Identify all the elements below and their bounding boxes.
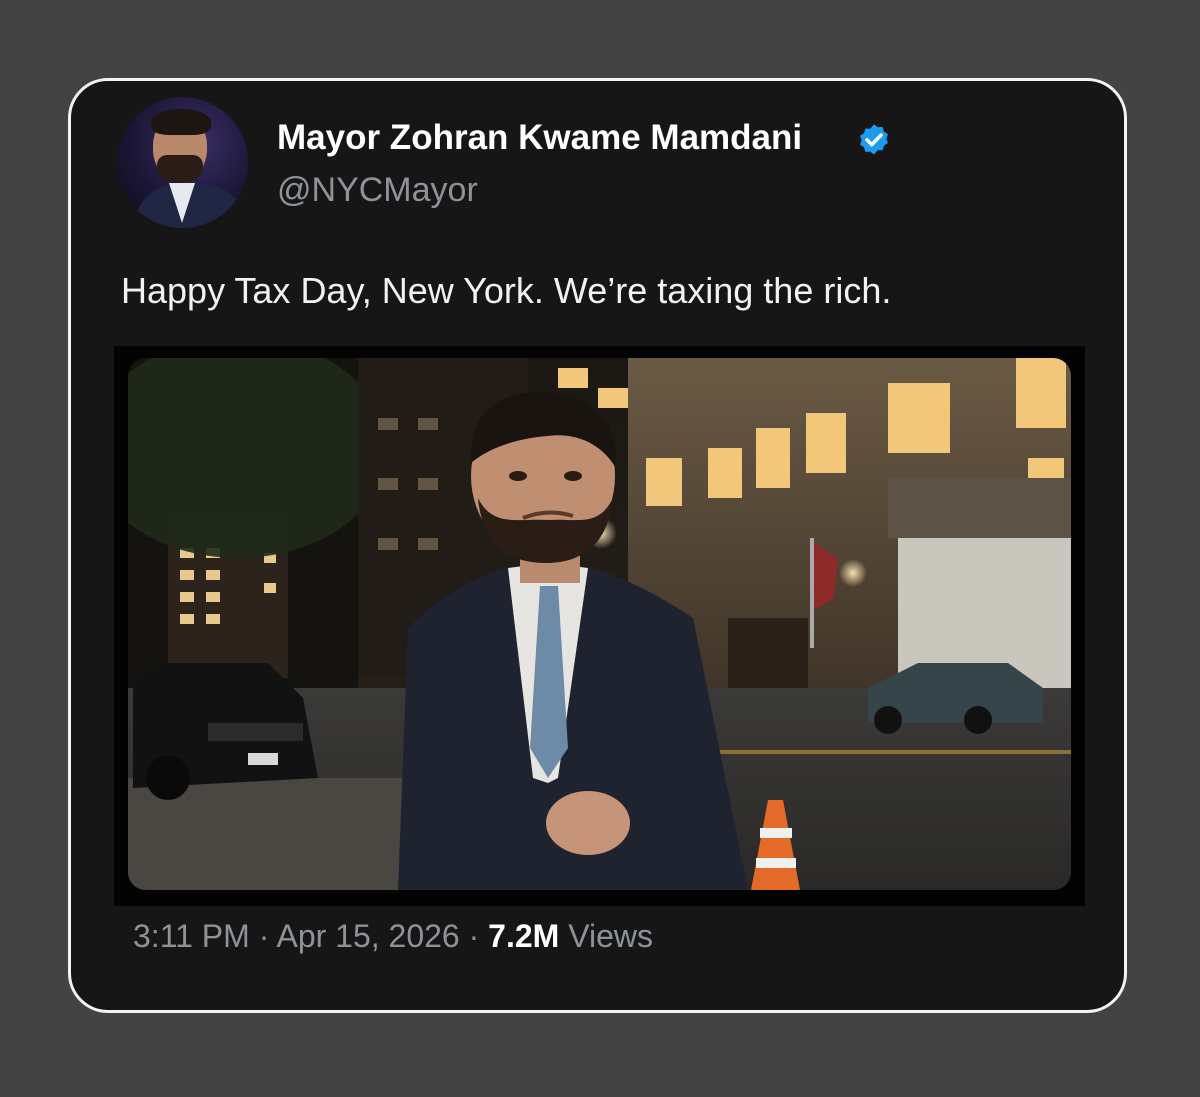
author-handle[interactable]: @NYCMayor xyxy=(277,171,478,210)
views-label: Views xyxy=(568,918,653,954)
views-count[interactable]: 7.2M xyxy=(488,918,559,954)
tweet-time[interactable]: 3:11 PM xyxy=(133,918,250,954)
author-name[interactable]: Mayor Zohran Kwame Mamdani xyxy=(277,118,802,158)
meta-separator: · xyxy=(258,918,270,954)
verified-badge-icon xyxy=(860,124,888,155)
meta-separator: · xyxy=(468,918,480,954)
avatar[interactable] xyxy=(117,97,248,228)
tweet-date[interactable]: Apr 15, 2026 xyxy=(276,918,459,954)
tweet-meta: 3:11 PM · Apr 15, 2026 · 7.2M Views xyxy=(133,918,653,955)
tweet-video[interactable] xyxy=(128,358,1071,890)
video-frame-image xyxy=(128,358,1071,890)
tweet-text: Happy Tax Day, New York. We’re taxing th… xyxy=(121,270,892,311)
